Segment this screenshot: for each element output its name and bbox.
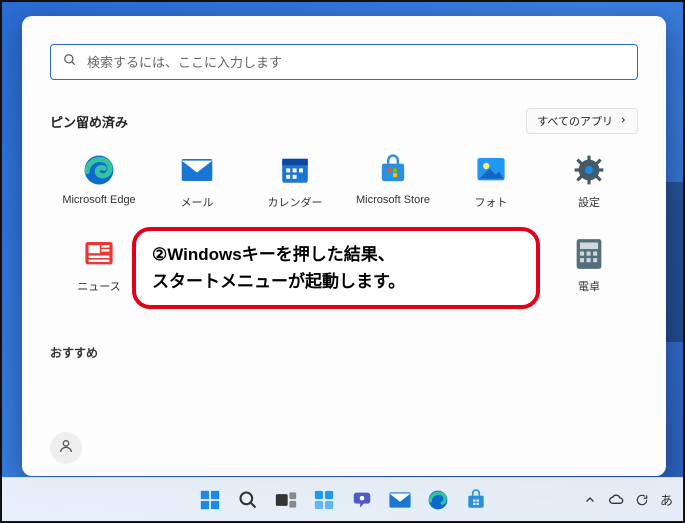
taskbar-edge-button[interactable]	[423, 485, 453, 515]
person-icon	[58, 438, 74, 459]
sync-icon[interactable]	[634, 492, 650, 508]
app-label: 電卓	[578, 278, 600, 294]
app-label: Microsoft Edge	[62, 194, 135, 206]
pinned-section-title: ピン留め済み	[50, 112, 128, 131]
taskbar-tray[interactable]: あ	[582, 490, 673, 509]
taskbar-store-button[interactable]	[461, 485, 491, 515]
app-label: Microsoft Store	[356, 194, 430, 206]
taskbar-taskview-button[interactable]	[271, 485, 301, 515]
chevron-right-icon	[619, 115, 627, 127]
taskbar: あ	[2, 477, 683, 521]
taskbar-chat-button[interactable]	[347, 485, 377, 515]
gear-icon	[571, 152, 607, 188]
search-icon	[63, 53, 77, 72]
app-tile-mail[interactable]: メール	[148, 148, 246, 214]
app-tile-settings[interactable]: 設定	[540, 148, 638, 214]
taskbar-mail-button[interactable]	[385, 485, 415, 515]
calculator-icon	[571, 236, 607, 272]
start-menu-footer	[50, 424, 638, 464]
app-label: カレンダー	[268, 194, 323, 210]
app-label: 設定	[578, 194, 600, 210]
annotation-callout: ②Windowsキーを押した結果、 スタートメニューが起動します。	[132, 227, 540, 309]
mail-icon	[179, 152, 215, 188]
user-account-button[interactable]	[50, 432, 82, 464]
calendar-icon	[277, 152, 313, 188]
store-icon	[375, 152, 411, 188]
news-icon	[81, 236, 117, 272]
taskbar-start-button[interactable]	[195, 485, 225, 515]
app-label: ニュース	[77, 278, 120, 294]
search-input[interactable]	[87, 55, 625, 70]
taskbar-center-items	[195, 485, 491, 515]
ime-indicator[interactable]: あ	[660, 490, 673, 509]
app-tile-edge[interactable]: Microsoft Edge	[50, 148, 148, 214]
taskbar-widgets-button[interactable]	[309, 485, 339, 515]
taskbar-search-button[interactable]	[233, 485, 263, 515]
all-apps-label: すべてのアプリ	[537, 113, 613, 129]
cloud-icon[interactable]	[608, 492, 624, 508]
app-label: フォト	[475, 194, 508, 210]
app-tile-photos[interactable]: フォト	[442, 148, 540, 214]
photos-icon	[473, 152, 509, 188]
app-label: メール	[181, 194, 214, 210]
edge-icon	[81, 152, 117, 188]
app-tile-calendar[interactable]: カレンダー	[246, 148, 344, 214]
tray-chevron-up-icon[interactable]	[582, 492, 598, 508]
callout-line-1: ②Windowsキーを押した結果、	[152, 241, 520, 268]
app-tile-store[interactable]: Microsoft Store	[344, 148, 442, 214]
recommended-section-title: おすすめ	[50, 344, 638, 361]
search-box[interactable]	[50, 44, 638, 80]
callout-line-2: スタートメニューが起動します。	[152, 268, 520, 295]
app-tile-calculator[interactable]: 電卓	[540, 232, 638, 298]
all-apps-button[interactable]: すべてのアプリ	[526, 108, 638, 134]
